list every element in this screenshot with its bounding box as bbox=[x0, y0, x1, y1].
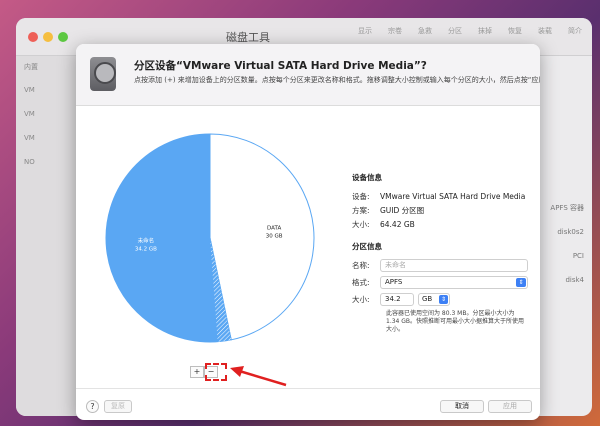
toolbar-item[interactable]: 恢复 bbox=[508, 26, 522, 36]
toolbar-item[interactable]: 急救 bbox=[418, 26, 432, 36]
sidebar-item[interactable]: VM bbox=[16, 102, 85, 126]
detail-label: disk4 bbox=[565, 276, 584, 284]
format-select[interactable]: APFS ⇕ bbox=[380, 275, 528, 289]
chevron-updown-icon: ⇕ bbox=[439, 294, 448, 304]
format-label: 格式: bbox=[352, 277, 370, 287]
partition-size-label: 大小: bbox=[352, 294, 370, 304]
partition-size-note: 此容器已使用空间为 80.3 MB。分区最小大小为 1.34 GB。快照推断可用… bbox=[386, 310, 525, 333]
toolbar: 显示 宗卷 急救 分区 抹掉 恢复 装载 简介 bbox=[358, 26, 582, 36]
partition-pie-chart[interactable]: DATA 30 GB 未命名 34.2 GB bbox=[90, 118, 330, 358]
close-window-button[interactable] bbox=[28, 32, 38, 42]
sheet-description: 点按添加 (+) 来增加设备上的分区数量。点按每个分区来更改名称和格式。拖移调整… bbox=[134, 76, 540, 84]
annotation-highlight-box bbox=[205, 363, 227, 381]
toolbar-item[interactable]: 显示 bbox=[358, 26, 372, 36]
detail-label: APFS 容器 bbox=[550, 204, 584, 212]
toolbar-item[interactable]: 简介 bbox=[568, 26, 582, 36]
size-unit-select[interactable]: GB ⇕ bbox=[418, 292, 450, 306]
slice-label-data: DATA bbox=[267, 225, 281, 231]
partition-info-title: 分区信息 bbox=[352, 242, 382, 251]
revert-button[interactable]: 复原 bbox=[104, 400, 132, 413]
partition-sheet: 分区设备“VMware Virtual SATA Hard Drive Medi… bbox=[76, 44, 540, 420]
window-title: 磁盘工具 bbox=[226, 31, 270, 44]
help-button[interactable]: ? bbox=[86, 400, 99, 413]
add-partition-button[interactable]: + bbox=[190, 366, 204, 378]
format-row: 格式: APFS ⇕ bbox=[352, 275, 532, 289]
slice-size-unnamed: 34.2 GB bbox=[135, 247, 157, 253]
device-value: VMware Virtual SATA Hard Drive Media bbox=[380, 191, 526, 201]
format-value: APFS bbox=[385, 277, 403, 286]
toolbar-item[interactable]: 宗卷 bbox=[388, 26, 402, 36]
toolbar-item[interactable]: 分区 bbox=[448, 26, 462, 36]
toolbar-item[interactable]: 抹掉 bbox=[478, 26, 492, 36]
cancel-button[interactable]: 取消 bbox=[440, 400, 484, 413]
size-unit-value: GB bbox=[422, 294, 433, 303]
sheet-title: 分区设备“VMware Virtual SATA Hard Drive Medi… bbox=[134, 60, 427, 72]
device-size-label: 大小: bbox=[352, 219, 370, 229]
slice-size-data: 30 GB bbox=[266, 233, 283, 239]
partition-size-row: 大小: 34.2 GB ⇕ bbox=[352, 292, 532, 306]
background-detail-labels: APFS 容器 disk0s2 PCI disk4 bbox=[550, 196, 584, 292]
device-row: 设备: VMware Virtual SATA Hard Drive Media bbox=[352, 189, 532, 203]
sidebar-item[interactable]: NO bbox=[16, 150, 85, 174]
pie-slice[interactable] bbox=[209, 133, 315, 341]
sheet-footer: ? 复原 取消 应用 bbox=[76, 388, 540, 420]
scheme-value: GUID 分区图 bbox=[380, 205, 425, 215]
device-label: 设备: bbox=[352, 191, 370, 201]
detail-label: disk0s2 bbox=[557, 228, 584, 236]
scheme-row: 方案: GUID 分区图 bbox=[352, 203, 532, 217]
device-size-value: 64.42 GB bbox=[380, 219, 415, 229]
size-row: 大小: 64.42 GB bbox=[352, 217, 532, 231]
device-info-title: 设备信息 bbox=[352, 173, 382, 182]
apply-button[interactable]: 应用 bbox=[488, 400, 532, 413]
name-row: 名称: 未命名 bbox=[352, 258, 532, 272]
sidebar-item[interactable]: VM bbox=[16, 126, 85, 150]
partition-size-input[interactable]: 34.2 bbox=[380, 292, 414, 306]
info-panel: 设备信息 设备: VMware Virtual SATA Hard Drive … bbox=[352, 172, 532, 334]
chevron-updown-icon: ⇕ bbox=[516, 277, 526, 287]
slice-label-unnamed: 未命名 bbox=[138, 237, 155, 245]
sheet-header: 分区设备“VMware Virtual SATA Hard Drive Medi… bbox=[76, 44, 540, 106]
minimize-window-button[interactable] bbox=[43, 32, 53, 42]
hard-drive-icon bbox=[90, 57, 116, 91]
name-label: 名称: bbox=[352, 260, 370, 270]
toolbar-item[interactable]: 装载 bbox=[538, 26, 552, 36]
partition-name-field[interactable]: 未命名 bbox=[380, 258, 528, 272]
sidebar-header: 内置 bbox=[24, 63, 38, 71]
zoom-window-button[interactable] bbox=[58, 32, 68, 42]
sidebar-item[interactable]: VM bbox=[16, 78, 85, 102]
detail-label: PCI bbox=[572, 252, 584, 260]
scheme-label: 方案: bbox=[352, 205, 370, 215]
